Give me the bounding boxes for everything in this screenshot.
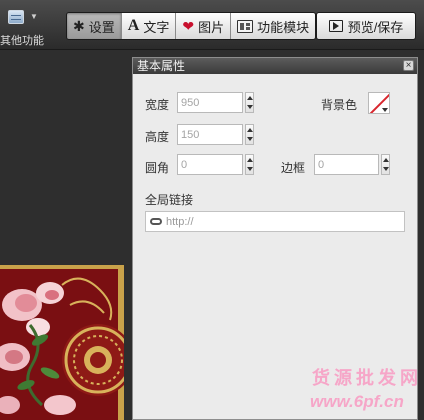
editor-tool-group: ✱ 设置 A 文字 ❤ 图片 功能模块 — [66, 12, 317, 40]
modules-label: 功能模块 — [257, 19, 310, 35]
text-button[interactable]: A 文字 — [121, 13, 177, 39]
floral-banner-image — [0, 265, 124, 420]
bg-color-label: 背景色 — [321, 98, 358, 112]
width-label: 宽度 — [145, 98, 170, 112]
preview-save-label: 预览/保存 — [347, 19, 404, 35]
width-spinner-icon[interactable] — [245, 92, 254, 113]
radius-value: 0 — [181, 158, 188, 171]
other-functions-button[interactable]: ▼ 其他功能 — [0, 6, 44, 47]
global-link-label: 全局链接 — [145, 193, 194, 207]
width-value: 950 — [181, 96, 200, 109]
height-field[interactable]: 150 — [177, 124, 243, 145]
close-icon[interactable]: × — [403, 60, 414, 71]
settings-button[interactable]: ✱ 设置 — [67, 13, 122, 39]
font-a-icon: A — [127, 17, 140, 34]
floral-pattern-graphic — [0, 265, 124, 420]
height-value: 150 — [181, 128, 200, 141]
chevron-down-icon — [382, 108, 388, 112]
modules-button[interactable]: 功能模块 — [231, 13, 316, 39]
module-icon — [237, 19, 254, 33]
border-label: 边框 — [281, 161, 306, 175]
height-label: 高度 — [145, 130, 170, 144]
bg-color-picker[interactable] — [368, 92, 390, 114]
gear-icon: ✱ — [73, 18, 85, 34]
preview-save-button[interactable]: 预览/保存 — [316, 12, 416, 40]
chevron-down-icon: ▼ — [30, 12, 38, 21]
play-icon — [328, 20, 343, 32]
image-button[interactable]: ❤ 图片 — [176, 13, 232, 39]
heart-icon: ❤ — [182, 18, 195, 34]
link-icon — [150, 218, 162, 225]
watermark-site-name: 货源批发网 — [312, 368, 422, 388]
settings-label: 设置 — [88, 19, 115, 35]
height-spinner-icon[interactable] — [245, 124, 254, 145]
panel-title: 基本属性 — [137, 59, 186, 73]
width-field[interactable]: 950 — [177, 92, 243, 113]
radius-field[interactable]: 0 — [177, 154, 243, 175]
border-field[interactable]: 0 — [314, 154, 379, 175]
watermark-site-url: www.6pf.cn — [310, 392, 404, 411]
radius-spinner-icon[interactable] — [245, 154, 254, 175]
global-link-placeholder: http:// — [166, 215, 194, 228]
radius-label: 圆角 — [145, 161, 170, 175]
image-label: 图片 — [198, 19, 225, 35]
grid-menu-icon — [8, 10, 24, 24]
panel-titlebar[interactable]: 基本属性 × — [133, 58, 417, 74]
border-spinner-icon[interactable] — [381, 154, 390, 175]
top-toolbar: ▼ 其他功能 ✱ 设置 A 文字 ❤ 图片 功能模块 预览/保存 — [0, 0, 424, 50]
other-functions-label: 其他功能 — [0, 35, 44, 47]
global-link-input[interactable]: http:// — [145, 211, 405, 232]
text-label: 文字 — [143, 19, 170, 35]
border-value: 0 — [318, 158, 325, 171]
